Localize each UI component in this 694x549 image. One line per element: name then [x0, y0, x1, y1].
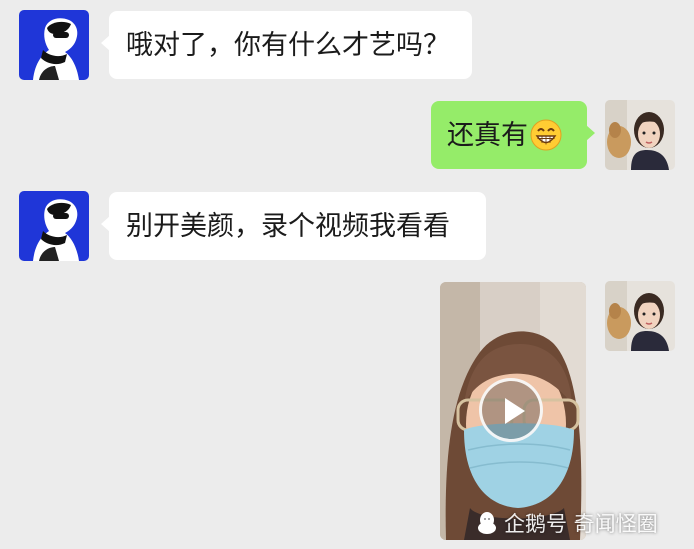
penguin-logo-icon: [478, 512, 496, 534]
message-text: 哦对了，你有什么才艺吗？: [126, 29, 450, 61]
contact-avatar[interactable]: [19, 191, 89, 261]
user-avatar-image: [605, 281, 675, 351]
user-avatar[interactable]: [605, 281, 675, 351]
video-message-thumbnail[interactable]: [440, 282, 586, 540]
contact-avatar-image: [19, 10, 89, 80]
grin-emoji-icon: [530, 119, 562, 151]
message-bubble-incoming[interactable]: 哦对了，你有什么才艺吗？: [101, 11, 472, 79]
message-bubble-outgoing[interactable]: 还真有: [431, 101, 595, 169]
user-avatar-image: [605, 100, 675, 170]
play-button[interactable]: [479, 378, 543, 442]
message-bubble-incoming[interactable]: 别开美颜，录个视频我看看: [101, 192, 486, 260]
message-text: 别开美颜，录个视频我看看: [126, 210, 450, 242]
user-avatar[interactable]: [605, 100, 675, 170]
message-text: 还真有: [447, 119, 528, 151]
contact-avatar-image: [19, 191, 89, 261]
contact-avatar[interactable]: [19, 10, 89, 80]
watermark: 企鹅号 奇闻怪圈: [476, 508, 658, 538]
watermark-text: 企鹅号 奇闻怪圈: [504, 512, 658, 536]
